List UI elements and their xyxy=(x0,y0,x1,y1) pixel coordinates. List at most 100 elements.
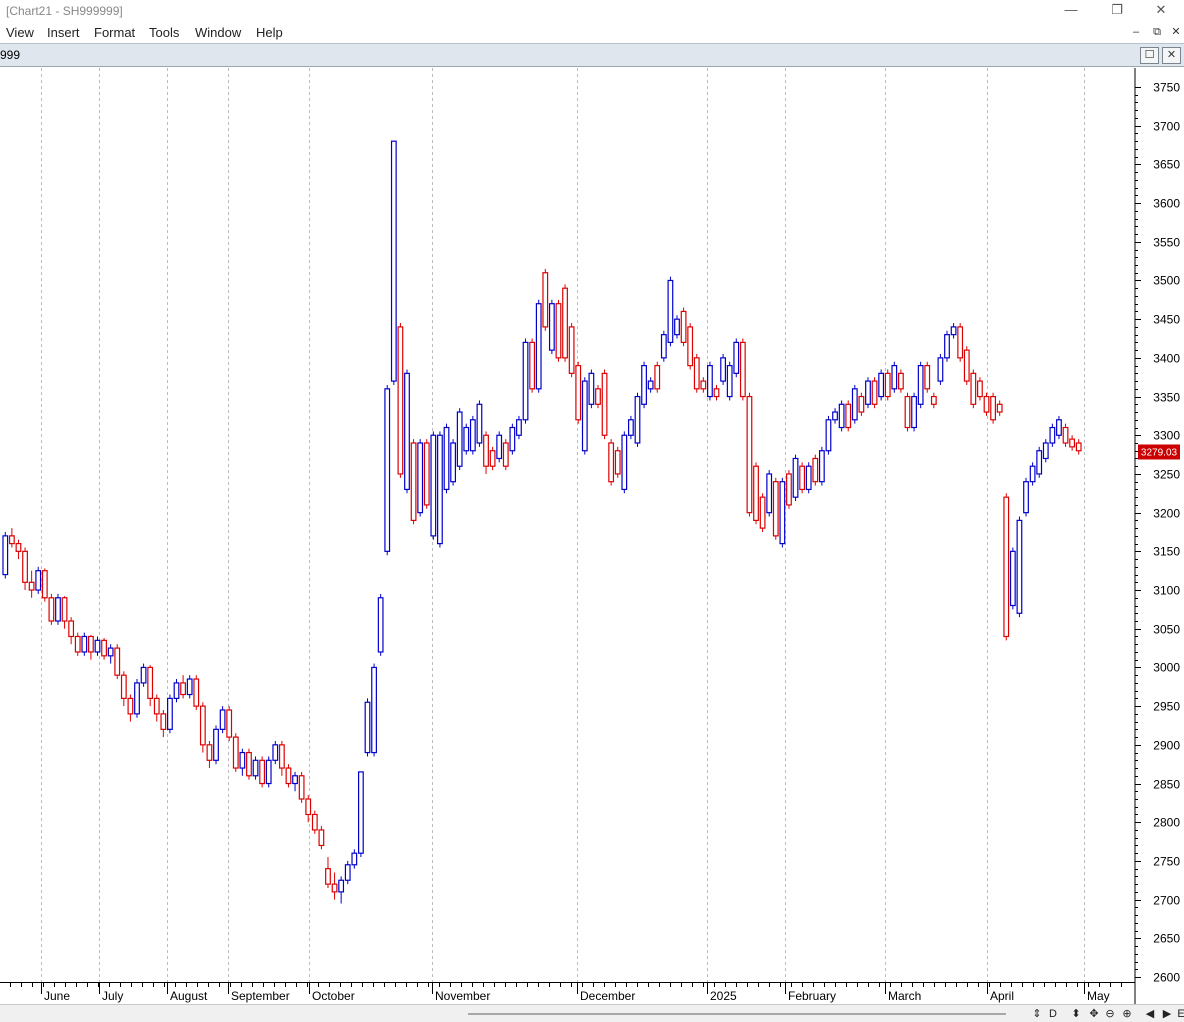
x-tick-label: September xyxy=(231,989,290,1003)
y-tick-label: 2900 xyxy=(1153,739,1180,753)
candle xyxy=(812,454,819,486)
candle xyxy=(944,330,950,362)
candle xyxy=(193,675,200,710)
x-tick-label: 2025 xyxy=(710,989,737,1003)
mdi-close-button[interactable]: ✕ xyxy=(1168,26,1184,40)
menu-window[interactable]: Window xyxy=(195,25,241,40)
candle xyxy=(516,415,522,440)
nav-button-2[interactable]: D xyxy=(1046,1006,1060,1022)
candle xyxy=(720,354,727,385)
candle xyxy=(601,369,608,440)
candle xyxy=(404,369,410,494)
candle xyxy=(575,361,582,424)
candle xyxy=(397,323,404,478)
candle xyxy=(134,679,140,718)
candle xyxy=(693,354,700,393)
candle xyxy=(285,764,292,788)
candle xyxy=(1029,462,1036,486)
candle xyxy=(489,446,496,471)
chart-close-button[interactable]: ✕ xyxy=(1162,47,1181,64)
nav-button-7[interactable]: ◀ xyxy=(1143,1006,1157,1022)
menu-view[interactable]: View xyxy=(6,25,34,40)
minimize-button[interactable]: — xyxy=(1048,0,1094,22)
maximize-button[interactable]: ☐ xyxy=(1140,47,1159,64)
candle xyxy=(239,748,246,776)
nav-button-8[interactable]: ▶ xyxy=(1160,1006,1174,1022)
candle xyxy=(911,392,917,432)
x-tick-label: May xyxy=(1087,989,1110,1003)
candle xyxy=(746,392,753,517)
candle xyxy=(535,299,542,393)
candle xyxy=(759,493,766,532)
menu-format[interactable]: Format xyxy=(94,25,135,40)
nav-button-3[interactable]: ⬍ xyxy=(1069,1006,1083,1022)
candle xyxy=(443,423,450,494)
candle xyxy=(1062,423,1069,447)
candle xyxy=(107,644,114,664)
restore-button[interactable]: ❐ xyxy=(1094,0,1140,22)
menu-tools[interactable]: Tools xyxy=(149,25,179,40)
nav-button-6[interactable]: ⊕ xyxy=(1120,1006,1134,1022)
candle xyxy=(206,740,213,769)
candle xyxy=(74,632,81,656)
scroll-track[interactable] xyxy=(468,1013,1006,1015)
candle xyxy=(990,392,997,424)
candle xyxy=(114,644,121,680)
candle xyxy=(772,477,779,540)
close-button[interactable]: ✕ xyxy=(1138,0,1184,22)
price-chart[interactable]: 2600 2650 2700 2750 2800 2850 2900 2950 3000 3050… xyxy=(0,68,1184,1004)
candle xyxy=(627,415,634,440)
candle xyxy=(8,528,15,548)
candle xyxy=(311,810,318,834)
candle xyxy=(779,477,786,548)
candle xyxy=(562,284,568,362)
candle xyxy=(61,596,68,629)
y-tick-label: 3600 xyxy=(1153,197,1180,211)
candle xyxy=(509,423,516,455)
candle xyxy=(595,384,601,409)
candle xyxy=(1023,477,1029,517)
candle xyxy=(48,593,55,625)
candle xyxy=(384,384,391,556)
candle xyxy=(799,462,806,494)
candle xyxy=(127,694,134,722)
candle xyxy=(871,377,878,409)
month-gridlines xyxy=(41,68,1085,982)
candle xyxy=(213,725,219,765)
candle xyxy=(832,408,838,424)
candle xyxy=(371,663,377,757)
candle xyxy=(614,446,621,478)
y-tick-label: 3100 xyxy=(1153,584,1180,598)
candle xyxy=(845,400,852,432)
y-tick-label: 3700 xyxy=(1153,120,1180,134)
title-bar: [Chart21 - SH999999] — ❐ ✕ xyxy=(0,0,1184,22)
window-title: [Chart21 - SH999999] xyxy=(6,4,123,18)
candle xyxy=(423,439,430,509)
y-tick-label: 2650 xyxy=(1153,932,1180,946)
menu-help[interactable]: Help xyxy=(256,25,283,40)
mdi-minimize-button[interactable]: – xyxy=(1128,26,1144,40)
candle xyxy=(529,338,536,393)
candle xyxy=(1056,415,1062,440)
candle xyxy=(654,361,661,393)
y-tick-label: 3200 xyxy=(1153,507,1180,521)
nav-button-5[interactable]: ⊖ xyxy=(1103,1006,1117,1022)
candle xyxy=(15,539,22,560)
candle xyxy=(851,384,858,424)
candle xyxy=(463,423,470,455)
nav-button-9[interactable]: E xyxy=(1174,1006,1184,1022)
candle xyxy=(667,276,674,347)
menu-insert[interactable]: Insert xyxy=(47,25,80,40)
candle xyxy=(957,323,964,362)
candle xyxy=(331,872,338,900)
nav-button-1[interactable]: ⇕ xyxy=(1030,1006,1044,1022)
candle xyxy=(351,849,358,869)
nav-button-4[interactable]: ✥ xyxy=(1087,1006,1101,1022)
candle xyxy=(1003,493,1010,641)
x-axis: June July August September October November De… xyxy=(10,982,1122,1003)
candle xyxy=(272,740,279,765)
mdi-restore-button[interactable]: ⧉ xyxy=(1149,26,1165,40)
y-tick-label: 3000 xyxy=(1153,661,1180,675)
candle xyxy=(81,632,88,656)
candle xyxy=(390,140,397,385)
